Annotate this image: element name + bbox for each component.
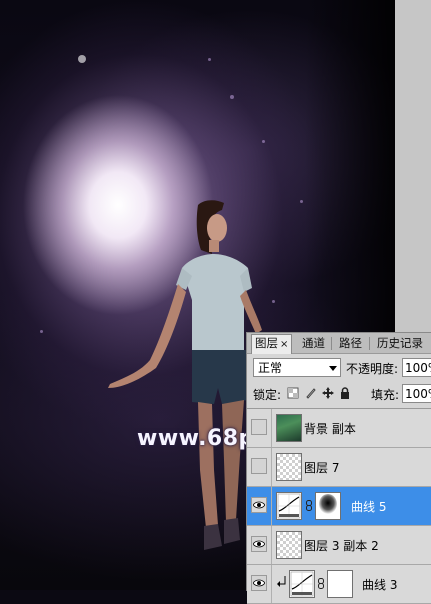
- divider: [271, 526, 272, 564]
- link-icon[interactable]: [306, 500, 312, 511]
- blend-mode-select[interactable]: 正常: [253, 358, 341, 377]
- blend-mode-value: 正常: [258, 361, 283, 375]
- layer-name: 曲线 5: [351, 500, 387, 514]
- visibility-toggle[interactable]: [251, 497, 267, 513]
- lock-transparent-icon[interactable]: [287, 387, 299, 399]
- visibility-toggle[interactable]: [251, 536, 267, 552]
- eye-icon: [253, 540, 265, 548]
- fill-input[interactable]: 100%: [402, 384, 431, 403]
- tab-layers[interactable]: 图层 ×: [251, 334, 293, 354]
- tab-paths[interactable]: 路径: [336, 335, 365, 352]
- layer-thumbnail: [276, 531, 302, 559]
- close-icon[interactable]: ×: [280, 339, 288, 350]
- curves-adjustment-icon: [276, 492, 302, 520]
- chevron-down-icon: [329, 366, 337, 371]
- tab-label: 路径: [339, 336, 362, 350]
- layers-list: 背景 副本 图层 7 曲线 5 图层 3 副本 2 曲线 3: [247, 408, 431, 604]
- lock-all-icon[interactable]: [339, 387, 351, 399]
- layer-row[interactable]: 图层 3 副本 2: [247, 526, 431, 565]
- layer-thumbnail: [276, 453, 302, 481]
- layer-mask-thumbnail[interactable]: [315, 492, 341, 520]
- opacity-label: 不透明度:: [346, 362, 399, 376]
- layer-thumbnail: [276, 414, 302, 442]
- layers-panel: 图层× 通道 路径 历史记录 正常 不透明度: 100% 锁定:: [246, 332, 431, 604]
- eye-icon: [253, 501, 265, 509]
- divider: [271, 409, 272, 447]
- link-icon[interactable]: [318, 578, 324, 589]
- curves-adjustment-icon: [289, 570, 315, 598]
- tab-separator: [369, 337, 370, 350]
- visibility-toggle[interactable]: [251, 575, 267, 591]
- tab-separator: [331, 337, 332, 350]
- layer-row[interactable]: 曲线 3: [247, 565, 431, 604]
- layer-name: 曲线 3: [362, 578, 398, 592]
- layer-name: 背景 副本: [304, 422, 356, 436]
- layer-row[interactable]: 背景 副本: [247, 409, 431, 448]
- clipping-arrow-icon: [277, 576, 286, 587]
- divider: [271, 565, 272, 603]
- tab-label: 历史记录: [377, 336, 423, 350]
- blend-row: 正常 不透明度: 100%: [251, 357, 431, 379]
- panel-tabs: 图层 × 通道 路径 历史记录: [247, 333, 431, 354]
- tab-label: 图层: [255, 336, 278, 350]
- layer-name: 图层 7: [304, 461, 340, 475]
- layer-name: 图层 3 副本 2: [304, 539, 379, 553]
- lock-row: 锁定: 填充: 100%: [251, 384, 431, 404]
- tab-history[interactable]: 历史记录: [374, 335, 426, 352]
- eye-icon: [253, 579, 265, 587]
- layer-row[interactable]: 图层 7: [247, 448, 431, 487]
- layer-row-selected[interactable]: 曲线 5: [247, 487, 431, 526]
- tab-label: 通道: [302, 336, 325, 350]
- visibility-toggle[interactable]: [251, 419, 267, 435]
- divider: [271, 448, 272, 486]
- lock-paint-icon[interactable]: [305, 387, 317, 399]
- opacity-input[interactable]: 100%: [402, 358, 431, 377]
- tab-channels[interactable]: 通道: [299, 335, 328, 352]
- fill-label: 填充:: [371, 388, 400, 402]
- layer-mask-thumbnail[interactable]: [327, 570, 353, 598]
- lock-label: 锁定:: [253, 388, 282, 402]
- divider: [271, 487, 272, 525]
- visibility-toggle[interactable]: [251, 458, 267, 474]
- lock-move-icon[interactable]: [322, 387, 334, 399]
